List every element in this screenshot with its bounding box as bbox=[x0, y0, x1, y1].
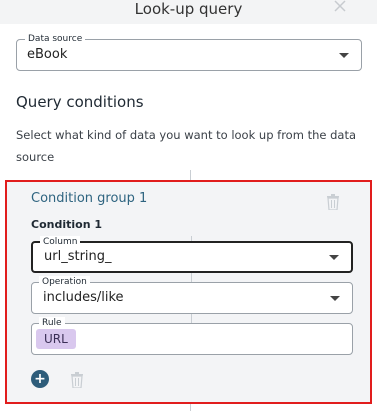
add-condition-button[interactable]: + bbox=[31, 370, 49, 388]
chevron-down-icon bbox=[329, 255, 339, 260]
query-conditions-title: Query conditions bbox=[16, 93, 144, 111]
operation-select[interactable]: Operation includes/like bbox=[31, 276, 353, 314]
condition-group: Condition group 1 Condition 1 Column url… bbox=[5, 180, 372, 404]
trash-icon[interactable] bbox=[326, 194, 340, 210]
chevron-down-icon bbox=[330, 296, 340, 301]
operation-value: includes/like bbox=[43, 290, 124, 305]
column-select[interactable]: Column url_string_ bbox=[31, 236, 353, 273]
condition-group-title: Condition group 1 bbox=[31, 191, 148, 206]
close-icon[interactable] bbox=[333, 0, 347, 14]
query-conditions-description: Select what kind of data you want to loo… bbox=[16, 128, 357, 164]
rule-field[interactable]: Rule URL bbox=[31, 317, 353, 355]
rule-label: Rule bbox=[39, 317, 65, 329]
data-source-value: eBook bbox=[27, 47, 68, 62]
data-source-select[interactable]: Data source eBook bbox=[16, 33, 362, 71]
condition-title: Condition 1 bbox=[31, 218, 103, 231]
dialog-title: Look-up query bbox=[134, 0, 243, 18]
trash-icon[interactable] bbox=[70, 372, 84, 388]
chevron-down-icon bbox=[339, 53, 349, 58]
rule-chip[interactable]: URL bbox=[36, 329, 76, 349]
column-value: url_string_ bbox=[44, 249, 112, 264]
divider bbox=[190, 404, 191, 411]
